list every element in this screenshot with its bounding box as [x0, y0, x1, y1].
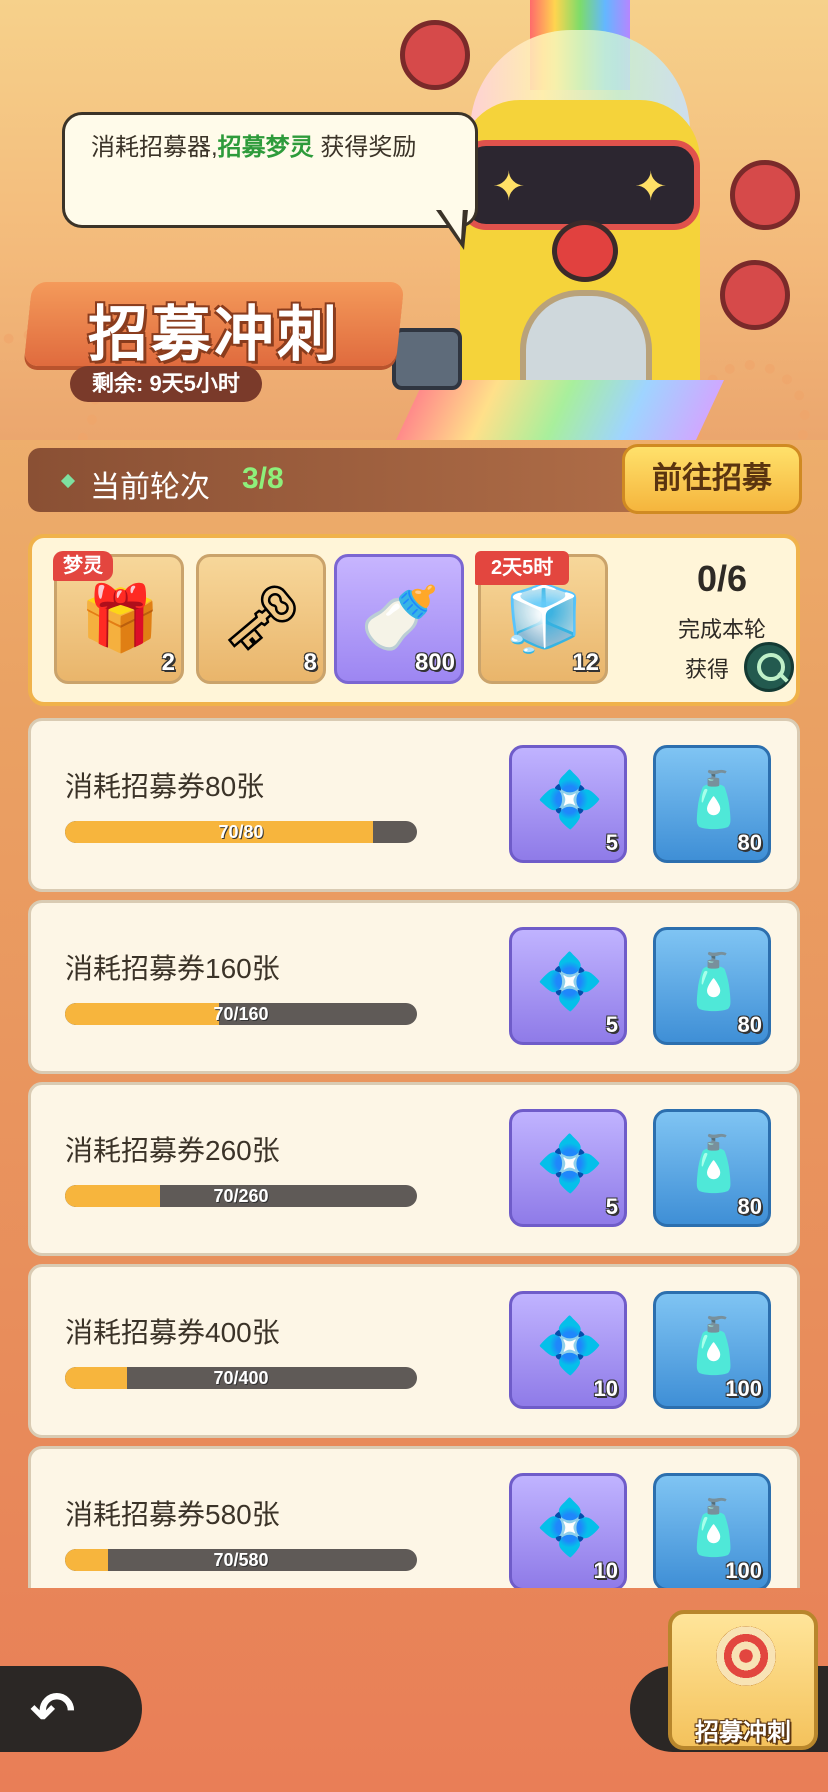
- task-row: 消耗招募券160张 70/160 💠 5 🧴 80: [28, 900, 800, 1074]
- mascot-illustration: ✦ ✦: [396, 0, 828, 440]
- task-progress-bar: 70/80: [65, 821, 417, 843]
- mystery-bottle-icon: 🧴: [680, 1316, 748, 1376]
- task-reward-bottle[interactable]: 🧴 80: [653, 927, 771, 1045]
- reward-count: 5: [605, 830, 618, 855]
- mystery-bottle-icon: 🧴: [680, 1134, 748, 1194]
- diamond-bullet-icon: [60, 473, 76, 489]
- task-reward-orb[interactable]: 💠 5: [509, 1109, 627, 1227]
- task-reward-bottle[interactable]: 🧴 100: [653, 1473, 771, 1588]
- blue-orb-icon: 💠: [536, 1498, 604, 1558]
- reward-count: 10: [593, 1558, 618, 1583]
- recruit-sprint-label: 招募冲刺: [695, 1719, 791, 1746]
- task-progress-text: 70/400: [213, 1368, 269, 1388]
- go-recruit-button[interactable]: 前往招募: [622, 444, 802, 514]
- task-title: 消耗招募券80张: [65, 771, 265, 802]
- speech-bubble: 消耗招募器,招募梦灵 获得奖励: [62, 112, 478, 228]
- task-title: 消耗招募券400张: [65, 1317, 280, 1348]
- mascot-mouth: [552, 220, 618, 282]
- reward-count: 80: [737, 830, 762, 855]
- reward-item-cube[interactable]: 🧊 12 2天5时: [475, 551, 608, 684]
- item-tag: 梦灵: [53, 551, 113, 581]
- task-progress-bar: 70/160: [65, 1003, 417, 1025]
- mystery-bottle-icon: 🧴: [680, 770, 748, 830]
- hero-banner: ✦ ✦ 消耗招募器,招募梦灵 获得奖励 招募冲刺 剩余: 9天5小时: [0, 0, 828, 440]
- blue-orb-icon: 💠: [536, 1134, 604, 1194]
- item-count: 8: [303, 649, 317, 676]
- round-label: 当前轮次: [90, 471, 210, 504]
- reward-count: 5: [605, 1012, 618, 1037]
- reward-count: 5: [605, 1194, 618, 1219]
- task-row: 消耗招募券260张 70/260 💠 5 🧴 80: [28, 1082, 800, 1256]
- task-progress-bar: 70/260: [65, 1185, 417, 1207]
- item-count: 800: [414, 649, 455, 676]
- bubble-text: 消耗招募器,: [91, 134, 218, 161]
- reward-count: 80: [737, 1194, 762, 1219]
- claw-arm-icon: [730, 160, 800, 230]
- task-progress-text: 70/80: [218, 822, 264, 842]
- claw-arm-icon: [400, 20, 470, 90]
- task-row: 消耗招募券400张 70/400 💠 10 🧴 100: [28, 1264, 800, 1438]
- bubble-tail-fill: [439, 207, 463, 240]
- event-title-banner: 招募冲刺 剩余: 9天5小时: [23, 282, 405, 402]
- task-progress-text: 70/260: [213, 1186, 269, 1206]
- search-icon[interactable]: [744, 642, 794, 692]
- item-count: 12: [572, 649, 599, 676]
- mystery-bottle-icon: 🧴: [680, 952, 748, 1012]
- mystery-chest-icon: 🎁: [80, 582, 160, 654]
- reward-item-bottle[interactable]: 🍼 800: [334, 554, 464, 684]
- task-reward-orb[interactable]: 💠 10: [509, 1291, 627, 1409]
- star-eye-icon: ✦: [634, 165, 668, 209]
- reward-count: 80: [737, 1012, 762, 1037]
- event-title: 招募冲刺: [88, 301, 340, 368]
- bubble-text-suffix: 获得奖励: [313, 134, 417, 161]
- back-button[interactable]: ↶: [0, 1666, 142, 1752]
- claw-arm-icon: [720, 260, 790, 330]
- task-reward-orb[interactable]: 💠 5: [509, 927, 627, 1045]
- small-robot-icon: [392, 328, 462, 390]
- reward-item-key[interactable]: 🗝 8: [196, 554, 326, 684]
- round-progress-label: 完成本轮: [677, 617, 766, 642]
- bubble-highlight: 招募梦灵: [217, 134, 314, 161]
- task-title: 消耗招募券160张: [65, 953, 280, 984]
- mascot-glasses: ✦ ✦: [460, 140, 700, 230]
- mascot-body: ✦ ✦: [460, 100, 700, 412]
- item-count: 2: [161, 649, 175, 676]
- task-reward-orb[interactable]: 💠 10: [509, 1473, 627, 1588]
- recruit-sprint-button[interactable]: 招募冲刺: [668, 1610, 818, 1750]
- task-reward-bottle[interactable]: 🧴 80: [653, 1109, 771, 1227]
- task-progress-text: 70/160: [213, 1004, 269, 1024]
- task-list[interactable]: 消耗招募券80张 70/80 💠 5 🧴 80 消耗招募券160张 70/160…: [0, 718, 828, 1588]
- task-reward-bottle[interactable]: 🧴 100: [653, 1291, 771, 1409]
- task-progress-bar: 70/400: [65, 1367, 417, 1389]
- round-value: 3/8: [242, 462, 284, 495]
- mystery-bottle-icon: 🧴: [680, 1498, 748, 1558]
- task-reward-orb[interactable]: 💠 5: [509, 745, 627, 863]
- reward-count: 100: [725, 1376, 762, 1401]
- star-eye-icon: ✦: [492, 165, 526, 209]
- reward-item-chest[interactable]: 🎁 2 梦灵: [53, 551, 184, 684]
- item-time-tag: 2天5时: [475, 551, 570, 585]
- reward-count: 10: [593, 1376, 618, 1401]
- blue-orb-icon: 💠: [536, 1316, 604, 1376]
- task-progress-text: 70/580: [213, 1550, 269, 1570]
- blue-orb-icon: 💠: [536, 952, 604, 1012]
- round-rewards-panel: 🎁 2 梦灵 🗝 8 🍼 800 🧊 12 2天5时 0/6 完成本轮 获得: [28, 534, 800, 706]
- remaining-time: 剩余: 9天5小时: [70, 366, 262, 402]
- task-row: 消耗招募券80张 70/80 💠 5 🧴 80: [28, 718, 800, 892]
- star-key-icon: 🗝: [221, 582, 303, 654]
- task-row: 消耗招募券580张 70/580 💠 10 🧴 100: [28, 1446, 800, 1588]
- task-progress-bar: 70/580: [65, 1549, 417, 1571]
- task-reward-bottle[interactable]: 🧴 80: [653, 745, 771, 863]
- back-arrow-icon: ↶: [30, 1682, 76, 1742]
- round-progress-count: 0/6: [696, 558, 748, 599]
- blue-orb-icon: 💠: [536, 770, 604, 830]
- task-title: 消耗招募券260张: [65, 1135, 280, 1166]
- task-title: 消耗招募券580张: [65, 1499, 280, 1530]
- reward-count: 100: [725, 1558, 762, 1583]
- target-icon: [716, 1626, 776, 1686]
